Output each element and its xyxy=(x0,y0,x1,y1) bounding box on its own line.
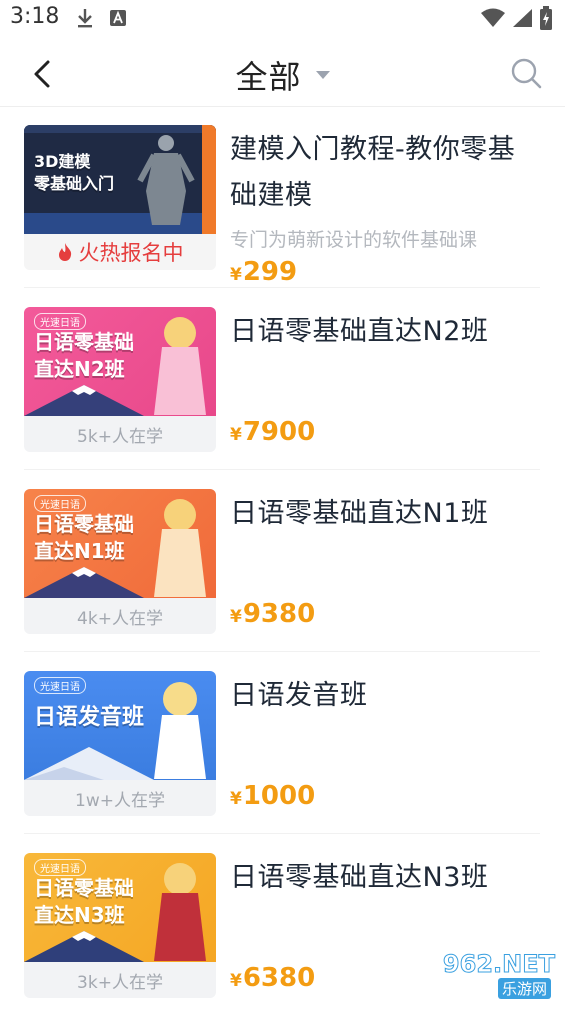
learners-count: 1w+人在学 xyxy=(75,790,165,811)
course-item[interactable]: 3D建模 零基础入门 火热报名中 建模入门教程-教你零基础建模 专门为萌新设计的… xyxy=(24,107,540,288)
learners-count: 4k+人在学 xyxy=(77,608,163,629)
course-title[interactable]: 建模入门教程-教你零基础建模 xyxy=(230,127,535,219)
status-icons-right xyxy=(481,6,553,30)
page-title: 全部 xyxy=(235,58,302,96)
watermark-text: 962.NET xyxy=(442,950,555,979)
course-title[interactable]: 日语零基础直达N2班 xyxy=(230,309,535,355)
mountain-illustration xyxy=(24,931,144,962)
course-thumbnail: 光速日语 日语发音班 xyxy=(24,671,216,780)
status-icons-left xyxy=(76,8,126,28)
course-thumbnail-card[interactable]: 光速日语 日语零基础 直达N3班 3k+人在学 xyxy=(24,853,216,998)
banner-text: 日语零基础 直达N3班 xyxy=(34,876,134,927)
currency-symbol: ¥ xyxy=(230,789,242,809)
course-thumbnail: 3D建模 零基础入门 xyxy=(24,125,216,234)
currency-symbol: ¥ xyxy=(230,607,242,627)
mountain-illustration xyxy=(24,747,154,780)
figure-illustration xyxy=(137,135,195,225)
brand-logo: 光速日语 xyxy=(34,313,86,330)
banner-text: 日语零基础 直达N1班 xyxy=(34,512,134,563)
caption-text: 火热报名中 xyxy=(78,241,184,265)
course-thumbnail: 光速日语 日语零基础 直达N3班 xyxy=(24,853,216,962)
download-icon xyxy=(78,9,92,28)
category-dropdown[interactable]: 全部 xyxy=(0,52,565,98)
status-bar: 3:18 xyxy=(0,0,565,38)
price-amount: 9380 xyxy=(242,599,316,629)
top-bar: 全部 xyxy=(0,40,565,107)
price-amount: 1000 xyxy=(242,781,316,811)
course-title[interactable]: 日语发音班 xyxy=(230,673,535,719)
status-time: 3:18 xyxy=(10,4,60,29)
course-item[interactable]: 光速日语 日语发音班 1w+人在学 日语发音班 ¥1000 xyxy=(24,653,540,834)
course-thumbnail-card[interactable]: 光速日语 日语零基础 直达N1班 4k+人在学 xyxy=(24,489,216,634)
currency-symbol: ¥ xyxy=(230,265,242,285)
signal-icon xyxy=(513,9,532,27)
course-subtitle: 专门为萌新设计的软件基础课 xyxy=(230,229,478,251)
price-amount: 6380 xyxy=(242,963,316,993)
fire-icon xyxy=(58,243,71,261)
course-title[interactable]: 日语零基础直达N3班 xyxy=(230,855,535,901)
battery-icon xyxy=(540,6,552,30)
course-title[interactable]: 日语零基础直达N1班 xyxy=(230,491,535,537)
mountain-illustration xyxy=(24,385,144,416)
brand-logo: 光速日语 xyxy=(34,495,86,512)
watermark-subtext: 乐游网 xyxy=(497,978,551,999)
course-price: ¥1000 xyxy=(230,781,315,811)
banner-text: 日语发音班 xyxy=(34,705,145,730)
text-app-icon xyxy=(110,10,126,26)
search-icon[interactable] xyxy=(509,56,543,90)
price-amount: 299 xyxy=(242,257,298,287)
course-thumbnail-card[interactable]: 光速日语 日语零基础 直达N2班 5k+人在学 xyxy=(24,307,216,452)
course-thumbnail-card[interactable]: 光速日语 日语发音班 1w+人在学 xyxy=(24,671,216,816)
course-item[interactable]: 光速日语 日语零基础 直达N2班 5k+人在学 日语零基础直达N2班 ¥7900 xyxy=(24,289,540,470)
character-illustration xyxy=(154,863,206,961)
hot-badge: 火热报名中 xyxy=(24,234,216,270)
course-price: ¥6380 xyxy=(230,963,315,993)
course-price: ¥9380 xyxy=(230,599,315,629)
course-thumbnail: 光速日语 日语零基础 直达N1班 xyxy=(24,489,216,598)
learners-count: 3k+人在学 xyxy=(77,972,163,993)
character-illustration xyxy=(154,499,206,597)
course-thumbnail: 光速日语 日语零基础 直达N2班 xyxy=(24,307,216,416)
mountain-illustration xyxy=(24,567,144,598)
character-illustration xyxy=(154,317,206,415)
brand-logo: 光速日语 xyxy=(34,859,86,876)
currency-symbol: ¥ xyxy=(230,425,242,445)
brand-logo: 光速日语 xyxy=(34,677,86,694)
currency-symbol: ¥ xyxy=(230,971,242,991)
course-item[interactable]: 光速日语 日语零基础 直达N1班 4k+人在学 日语零基础直达N1班 ¥9380 xyxy=(24,471,540,652)
site-watermark: 962.NET 乐游网 xyxy=(419,950,559,1000)
banner-text: 日语零基础 直达N2班 xyxy=(34,330,134,381)
chevron-down-icon xyxy=(315,71,330,79)
learners-count: 5k+人在学 xyxy=(77,426,163,447)
character-illustration xyxy=(154,682,206,779)
wifi-icon xyxy=(481,8,505,27)
price-amount: 7900 xyxy=(242,417,316,447)
course-price: ¥7900 xyxy=(230,417,315,447)
course-price: ¥299 xyxy=(230,257,297,287)
course-thumbnail-card[interactable]: 3D建模 零基础入门 火热报名中 xyxy=(24,125,216,270)
banner-text: 3D建模 零基础入门 xyxy=(34,152,115,193)
